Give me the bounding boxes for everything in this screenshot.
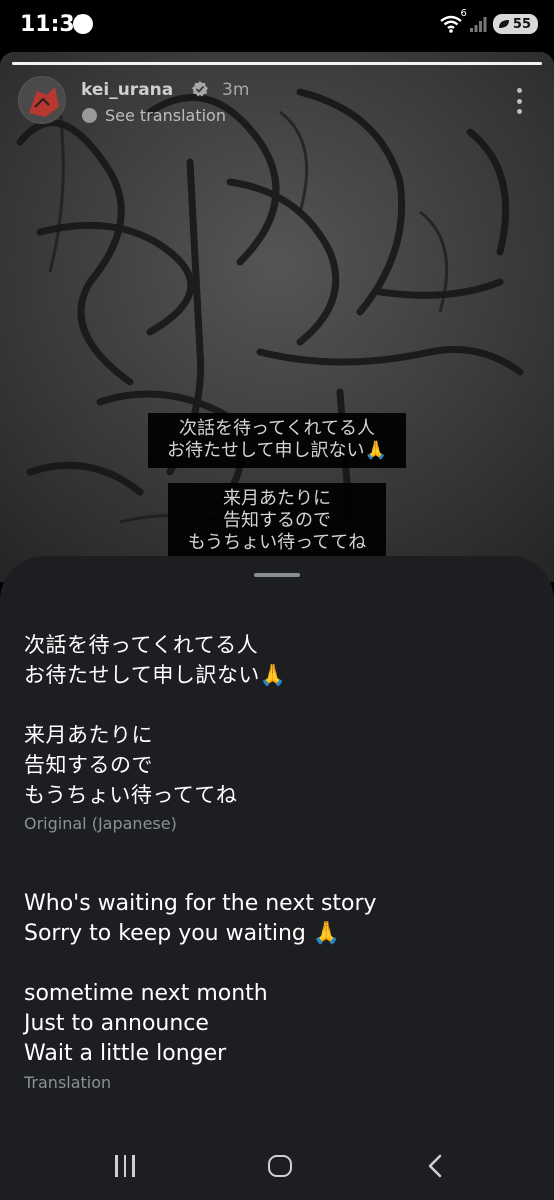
wifi-generation: 6 [460, 8, 467, 19]
wifi-icon: 6 [439, 8, 467, 34]
post-time: 3m [222, 80, 250, 100]
story-caption-2: 来月あたりに 告知するので もうちょい待っててね [168, 483, 386, 561]
battery-level: 55 [512, 16, 531, 32]
recents-button[interactable] [85, 1131, 165, 1200]
original-line: お待たせして申し訳ない🙏 [24, 663, 287, 687]
translation-line: Who's waiting for the next story [24, 891, 377, 916]
translation-sheet[interactable]: 次話を待ってくれてる人 お待たせして申し訳ない🙏 来月あたりに 告知するので も… [0, 556, 554, 1131]
original-line: 来月あたりに [24, 723, 153, 747]
see-translation-button[interactable]: See translation [82, 106, 226, 125]
notification-dot-icon [73, 14, 93, 34]
home-icon [268, 1154, 292, 1177]
story-caption-1: 次話を待ってくれてる人 お待たせして申し訳ない🙏 [148, 413, 406, 468]
status-icons: 6 55 [439, 8, 538, 34]
username[interactable]: kei_urana [81, 80, 173, 100]
original-language-label: Original (Japanese) [24, 814, 177, 833]
avatar[interactable] [18, 76, 66, 124]
caption-line: もうちょい待っててね [187, 532, 367, 553]
sheet-drag-handle[interactable] [254, 573, 300, 577]
battery-saver-icon [498, 20, 509, 28]
back-icon [428, 1154, 442, 1177]
status-bar: 11:31 6 55 [0, 0, 554, 52]
battery-icon: 55 [492, 14, 538, 34]
caption-line: 次話を待ってくれてる人 [178, 418, 376, 439]
original-line: もうちょい待っててね [24, 783, 238, 807]
translate-icon [82, 108, 97, 123]
original-text-block: 次話を待ってくれてる人 お待たせして申し訳ない🙏 来月あたりに 告知するので も… [24, 630, 287, 833]
navigation-bar [0, 1131, 554, 1200]
story-viewer[interactable]: kei_urana 3m See translation 次話を待ってくれてる人… [0, 52, 554, 582]
caption-line: お待たせして申し訳ない🙏 [167, 440, 387, 461]
original-line: 次話を待ってくれてる人 [24, 633, 259, 657]
original-line: 告知するので [24, 753, 153, 777]
story-progress-bar [12, 62, 542, 65]
translation-line: sometime next month [24, 981, 268, 1006]
translation-label: Translation [24, 1073, 112, 1092]
home-button[interactable] [240, 1131, 320, 1200]
translation-line: Just to announce [24, 1011, 209, 1036]
translation-line: Wait a little longer [24, 1041, 227, 1066]
translation-line: Sorry to keep you waiting 🙏 [24, 921, 341, 946]
story-progress-fill [12, 62, 542, 65]
translation-text-block: Who's waiting for the next story Sorry t… [24, 889, 377, 1092]
more-options-icon[interactable] [512, 88, 526, 114]
verified-icon [192, 81, 208, 97]
signal-icon [469, 15, 487, 33]
caption-line: 告知するので [223, 510, 331, 531]
caption-line: 来月あたりに [223, 488, 331, 509]
recents-icon [115, 1154, 135, 1177]
see-translation-label: See translation [105, 106, 226, 125]
back-button[interactable] [395, 1131, 475, 1200]
screen: 11:31 6 55 kei_urana 3m See translation … [0, 0, 554, 1200]
